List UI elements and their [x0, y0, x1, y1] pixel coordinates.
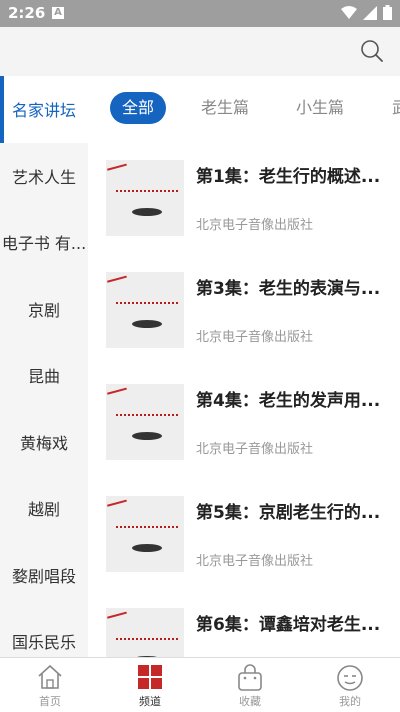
battery-icon — [383, 5, 392, 20]
episode-thumbnail — [106, 608, 184, 657]
sidebar-item-mingjia[interactable]: 名家讲坛 — [0, 76, 88, 143]
wifi-icon — [341, 5, 357, 19]
list-item[interactable]: 第5集：京剧老生行的... 北京电子音像出版社 — [88, 476, 400, 588]
list-item[interactable]: 第6集：谭鑫培对老生... — [88, 588, 400, 657]
sidebar-item-label: 黄梅戏 — [19, 433, 68, 453]
episode-publisher: 北京电子音像出版社 — [196, 554, 314, 569]
bag-icon — [238, 664, 262, 691]
nav-channel[interactable]: 频道 — [100, 658, 200, 712]
sidebar-item-label: 昆曲 — [27, 367, 60, 387]
sidebar-item-label: 艺术人生 — [11, 167, 76, 187]
episode-title: 第1集：老生行的概述... — [196, 167, 381, 187]
status-bar: 2:26 A — [0, 0, 400, 27]
status-time: 2:26 — [8, 4, 46, 22]
episode-list: 第1集：老生行的概述... 北京电子音像出版社 第3集：老生的表演与... 北京… — [88, 140, 400, 657]
episode-title: 第5集：京剧老生行的... — [196, 503, 381, 523]
episode-thumbnail — [106, 160, 184, 236]
face-icon — [337, 665, 363, 691]
sidebar-item-label: 名家讲坛 — [11, 101, 76, 121]
sidebar-item-wuju[interactable]: 婺剧唱段 — [0, 542, 88, 609]
sidebar-item-yishu[interactable]: 艺术人生 — [0, 143, 88, 210]
nav-label: 收藏 — [239, 695, 261, 708]
tab-xiaosheng[interactable]: 小生篇 — [296, 92, 344, 124]
episode-publisher: 北京电子音像出版社 — [196, 442, 314, 457]
episode-thumbnail — [106, 272, 184, 348]
nav-favorites[interactable]: 收藏 — [200, 658, 300, 712]
sidebar-item-ebook[interactable]: 电子书 有... — [0, 209, 88, 276]
tab-all[interactable]: 全部 — [110, 92, 167, 124]
top-bar — [0, 27, 400, 76]
tab-wu[interactable]: 武 — [392, 92, 400, 124]
channel-grid-icon — [138, 665, 162, 689]
episode-publisher: 北京电子音像出版社 — [196, 330, 314, 345]
episode-thumbnail — [106, 384, 184, 460]
search-icon[interactable] — [360, 39, 384, 63]
filter-tabs: 全部 老生篇 小生篇 武 — [88, 76, 400, 140]
sidebar-item-label: 婺剧唱段 — [11, 566, 76, 586]
nav-label: 频道 — [139, 695, 161, 708]
category-sidebar: 名家讲坛 艺术人生 电子书 有... 京剧 昆曲 黄梅戏 越剧 婺剧唱段 国乐民… — [0, 76, 88, 657]
sidebar-item-guoyue[interactable]: 国乐民乐 — [0, 608, 88, 657]
episode-title: 第3集：老生的表演与... — [196, 279, 381, 299]
sidebar-item-jingju[interactable]: 京剧 — [0, 276, 88, 343]
sidebar-item-label: 京剧 — [27, 300, 60, 320]
sidebar-item-huangmeixi[interactable]: 黄梅戏 — [0, 409, 88, 476]
system-icons — [341, 5, 392, 20]
episode-title: 第6集：谭鑫培对老生... — [196, 615, 381, 635]
sidebar-item-yueju[interactable]: 越剧 — [0, 475, 88, 542]
sidebar-item-label: 国乐民乐 — [11, 633, 76, 653]
notification-a-icon: A — [52, 7, 64, 19]
nav-label: 我的 — [339, 695, 361, 708]
bottom-nav: 首页 频道 收藏 我的 — [0, 657, 400, 712]
sidebar-item-kunqu[interactable]: 昆曲 — [0, 342, 88, 409]
episode-thumbnail — [106, 496, 184, 572]
sidebar-item-label: 电子书 有... — [1, 234, 87, 254]
episode-publisher: 北京电子音像出版社 — [196, 218, 314, 233]
nav-home[interactable]: 首页 — [0, 658, 100, 712]
episode-title: 第4集：老生的发声用... — [196, 391, 381, 411]
list-item[interactable]: 第4集：老生的发声用... 北京电子音像出版社 — [88, 364, 400, 476]
home-icon — [38, 664, 62, 689]
nav-mine[interactable]: 我的 — [300, 658, 400, 712]
list-item[interactable]: 第1集：老生行的概述... 北京电子音像出版社 — [88, 140, 400, 252]
sidebar-item-label: 越剧 — [27, 500, 60, 520]
list-item[interactable]: 第3集：老生的表演与... 北京电子音像出版社 — [88, 252, 400, 364]
tab-laosheng[interactable]: 老生篇 — [201, 92, 249, 124]
signal-icon — [363, 5, 377, 20]
nav-label: 首页 — [39, 695, 61, 708]
